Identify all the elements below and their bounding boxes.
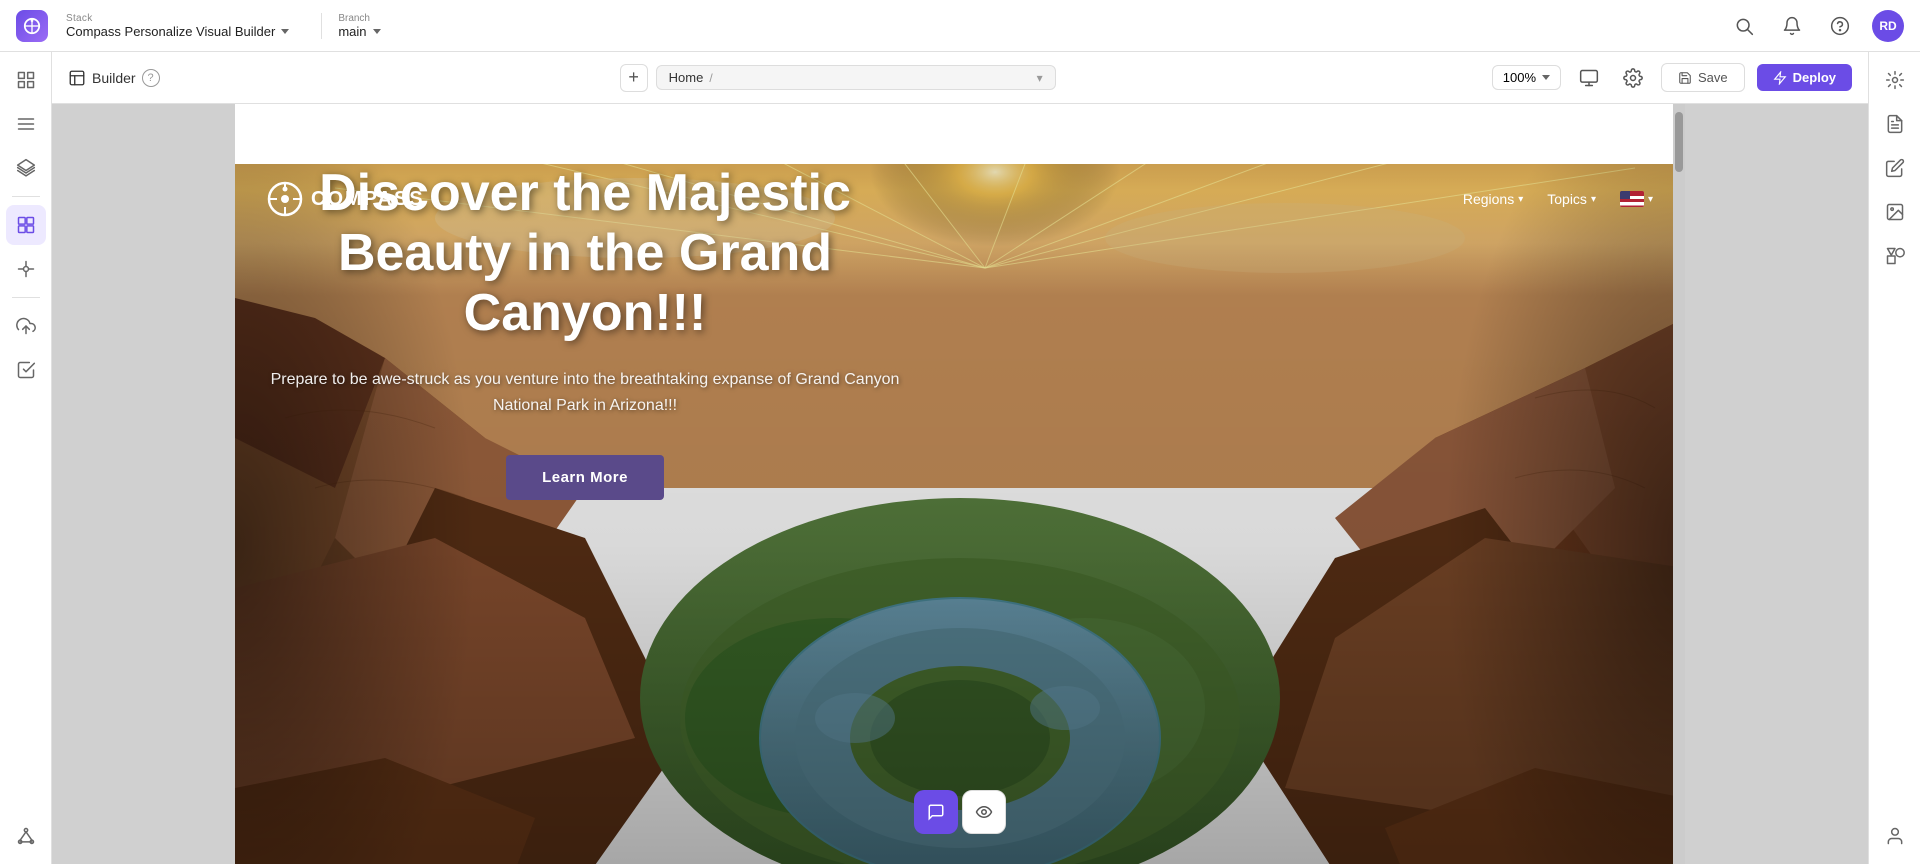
preview-mode-button[interactable] bbox=[962, 790, 1006, 834]
comment-mode-button[interactable] bbox=[914, 790, 958, 834]
branch-label: Branch bbox=[338, 13, 380, 24]
top-bar-right: RD bbox=[1728, 10, 1904, 42]
stack-label: Stack bbox=[66, 13, 289, 24]
language-chevron-icon: ▾ bbox=[1648, 194, 1653, 205]
brand-icon[interactable] bbox=[16, 10, 48, 42]
site-nav: COMPASS Regions ▾ Topics ▾ bbox=[235, 164, 1685, 234]
main-layout: Builder ? + Home / ▾ 100% bbox=[0, 52, 1920, 864]
stack-info: Stack Compass Personalize Visual Builder bbox=[58, 13, 289, 39]
site-logo-text: COMPASS bbox=[311, 188, 425, 211]
toolbar-right: 100% Save Deploy bbox=[1492, 62, 1852, 94]
help-button[interactable] bbox=[1824, 10, 1856, 42]
zoom-selector[interactable]: 100% bbox=[1492, 65, 1561, 90]
add-page-button[interactable]: + bbox=[620, 64, 648, 92]
page-selector-dropdown[interactable]: Home / ▾ bbox=[656, 65, 1056, 90]
site-logo-icon bbox=[267, 181, 303, 217]
zoom-level: 100% bbox=[1503, 70, 1536, 85]
sidebar-item-connections[interactable] bbox=[6, 249, 46, 289]
page-selector: + Home / ▾ bbox=[196, 64, 1480, 92]
canvas-area: COMPASS Regions ▾ Topics ▾ bbox=[52, 104, 1868, 864]
sidebar-item-checklist[interactable] bbox=[6, 350, 46, 390]
right-sidebar-image[interactable] bbox=[1875, 192, 1915, 232]
page-dropdown-chevron: ▾ bbox=[1037, 71, 1043, 85]
sidebar-divider-1 bbox=[12, 196, 40, 197]
site-nav-right: Regions ▾ Topics ▾ ▾ bbox=[1463, 191, 1653, 207]
hero-subtitle: Prepare to be awe-struck as you venture … bbox=[255, 367, 915, 418]
right-sidebar bbox=[1868, 52, 1920, 864]
stack-name[interactable]: Compass Personalize Visual Builder bbox=[66, 24, 289, 39]
website-preview: COMPASS Regions ▾ Topics ▾ bbox=[235, 164, 1685, 864]
left-sidebar bbox=[0, 52, 52, 864]
top-bar-left: Stack Compass Personalize Visual Builder… bbox=[16, 10, 381, 42]
branch-section: Branch main bbox=[321, 13, 380, 39]
builder-label: Builder ? bbox=[68, 69, 160, 87]
sidebar-item-grid[interactable] bbox=[6, 60, 46, 100]
topics-chevron-icon: ▾ bbox=[1591, 194, 1596, 205]
sidebar-item-layout[interactable] bbox=[6, 104, 46, 144]
sidebar-divider-2 bbox=[12, 297, 40, 298]
preview-frame: COMPASS Regions ▾ Topics ▾ bbox=[235, 104, 1685, 864]
branch-name[interactable]: main bbox=[338, 24, 380, 39]
learn-more-button[interactable]: Learn More bbox=[506, 455, 664, 500]
right-sidebar-user[interactable] bbox=[1875, 816, 1915, 856]
stack-chevron-icon bbox=[281, 29, 289, 34]
flag-icon bbox=[1620, 191, 1644, 207]
right-sidebar-settings[interactable] bbox=[1875, 60, 1915, 100]
user-avatar[interactable]: RD bbox=[1872, 10, 1904, 42]
branch-chevron-icon bbox=[373, 29, 381, 34]
canvas-scrollbar-thumb[interactable] bbox=[1675, 112, 1683, 172]
sidebar-item-components[interactable] bbox=[6, 205, 46, 245]
top-bar: Stack Compass Personalize Visual Builder… bbox=[0, 0, 1920, 52]
right-sidebar-shapes[interactable] bbox=[1875, 236, 1915, 276]
sidebar-item-layers[interactable] bbox=[6, 148, 46, 188]
nav-item-topics[interactable]: Topics ▾ bbox=[1547, 191, 1596, 207]
site-logo: COMPASS bbox=[267, 181, 425, 217]
search-button[interactable] bbox=[1728, 10, 1760, 42]
desktop-view-button[interactable] bbox=[1573, 62, 1605, 94]
canvas-bottom-controls bbox=[914, 790, 1006, 834]
notifications-button[interactable] bbox=[1776, 10, 1808, 42]
regions-chevron-icon: ▾ bbox=[1518, 194, 1523, 205]
nav-item-language[interactable]: ▾ bbox=[1620, 191, 1653, 207]
builder-help-icon[interactable]: ? bbox=[142, 69, 160, 87]
zoom-chevron-icon bbox=[1542, 75, 1550, 80]
page-settings-button[interactable] bbox=[1617, 62, 1649, 94]
sidebar-item-upload[interactable] bbox=[6, 306, 46, 346]
sidebar-item-network[interactable] bbox=[6, 816, 46, 856]
builder-toolbar: Builder ? + Home / ▾ 100% bbox=[52, 52, 1868, 104]
brand-section: Stack Compass Personalize Visual Builder bbox=[16, 10, 289, 42]
page-name: Home bbox=[669, 70, 704, 85]
right-sidebar-edit[interactable] bbox=[1875, 148, 1915, 188]
save-button[interactable]: Save bbox=[1661, 63, 1745, 92]
right-sidebar-page[interactable] bbox=[1875, 104, 1915, 144]
builder-area: Builder ? + Home / ▾ 100% bbox=[52, 52, 1868, 864]
page-path: / bbox=[709, 71, 712, 85]
nav-item-regions[interactable]: Regions ▾ bbox=[1463, 191, 1523, 207]
deploy-button[interactable]: Deploy bbox=[1757, 64, 1852, 91]
